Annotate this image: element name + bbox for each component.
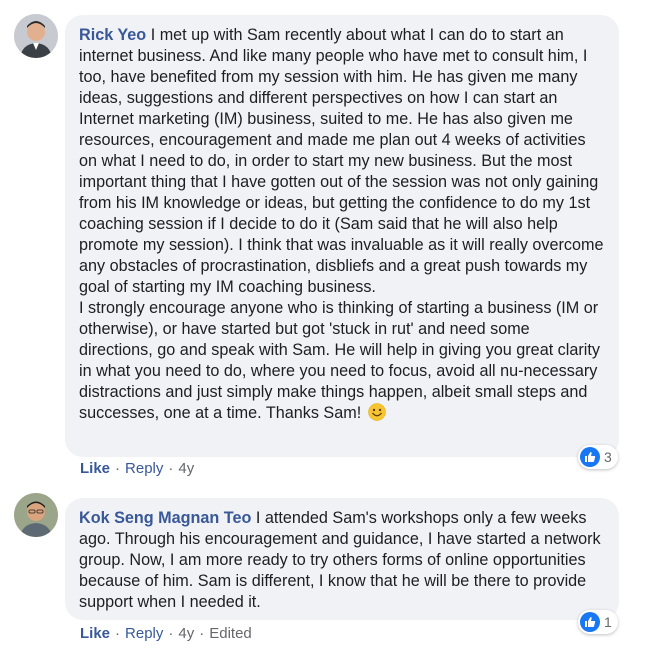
reaction-count: 1 (604, 614, 612, 630)
comment-text: I met up with Sam recently about what I … (79, 26, 604, 422)
comment-actions: Like · Reply · 4y · Edited (80, 625, 252, 642)
like-button[interactable]: Like (80, 460, 110, 477)
comment-bubble: Rick Yeo I met up with Sam recently abou… (65, 15, 619, 457)
comment-author[interactable]: Rick Yeo (79, 26, 146, 44)
separator: · (168, 625, 174, 642)
separator: · (115, 460, 121, 477)
comment-age[interactable]: 4y (178, 625, 194, 642)
comment-author[interactable]: Kok Seng Magnan Teo (79, 509, 251, 527)
separator: · (199, 625, 205, 642)
reaction-summary[interactable]: 3 (578, 445, 618, 469)
like-button[interactable]: Like (80, 625, 110, 642)
reply-button[interactable]: Reply (125, 625, 163, 642)
comment-age[interactable]: 4y (178, 460, 194, 477)
reaction-count: 3 (604, 449, 612, 465)
separator: · (115, 625, 121, 642)
like-reaction-icon (580, 612, 600, 632)
comment-actions: Like · Reply · 4y (80, 460, 194, 477)
avatar[interactable] (14, 493, 58, 537)
smile-emoji-icon (367, 403, 386, 421)
profile-photo-icon (14, 14, 58, 58)
separator: · (168, 460, 174, 477)
reaction-summary[interactable]: 1 (578, 610, 618, 634)
profile-photo-icon (14, 493, 58, 537)
avatar[interactable] (14, 14, 58, 58)
reply-button[interactable]: Reply (125, 460, 163, 477)
comment-bubble: Kok Seng Magnan Teo I attended Sam's wor… (65, 498, 619, 620)
edited-label[interactable]: Edited (209, 625, 252, 642)
like-reaction-icon (580, 447, 600, 467)
